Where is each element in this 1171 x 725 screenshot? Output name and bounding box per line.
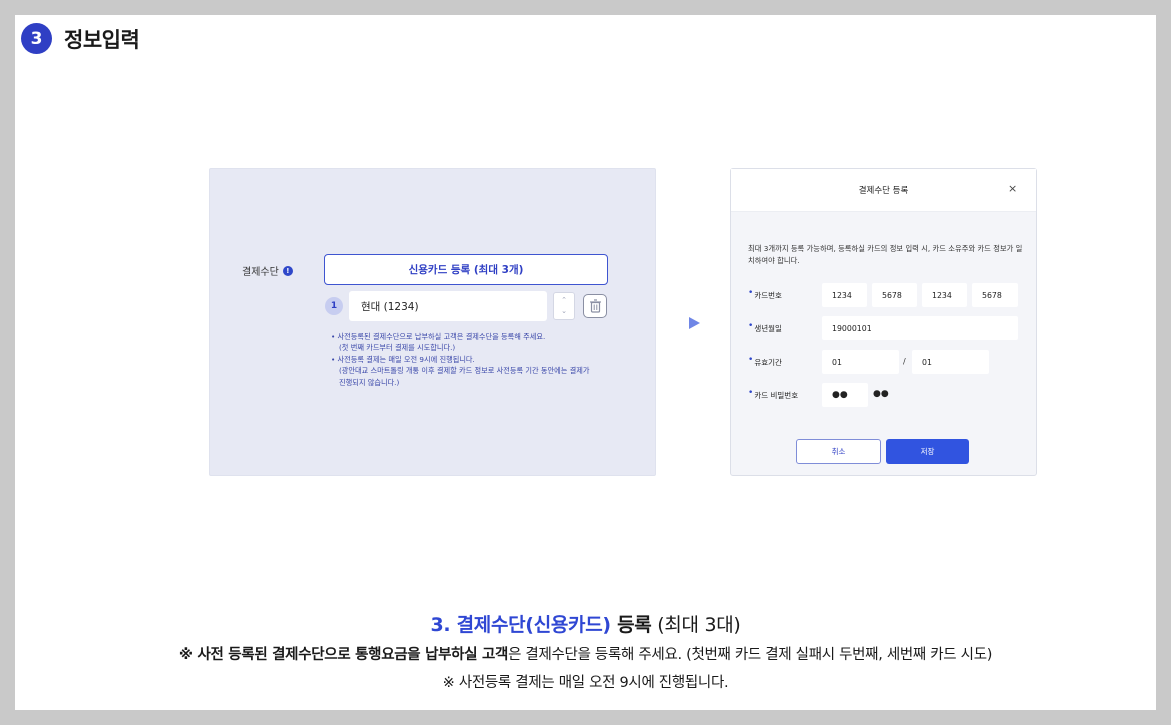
- payment-method-panel: [209, 168, 656, 476]
- page-title: 정보입력: [64, 28, 140, 52]
- card-number-label-text: 카드번호: [754, 291, 782, 300]
- birth-date-label: •생년월일: [748, 321, 782, 334]
- caption-title-suffix: (최대 3대): [651, 614, 741, 636]
- card-number-field-1[interactable]: 1234: [822, 283, 867, 307]
- expiry-label-text: 유효기간: [754, 358, 782, 367]
- dialog-title: 결제수단 등록: [858, 186, 909, 196]
- expiry-label: •유효기간: [748, 355, 782, 368]
- card-index-badge: 1: [325, 297, 343, 315]
- dialog-header: 결제수단 등록 ×: [731, 169, 1036, 212]
- card-number-label: •카드번호: [748, 288, 782, 301]
- delete-card-button[interactable]: [583, 294, 607, 318]
- note-line: • 사전등록된 결제수단으로 납부하실 고객은 결제수단을 등록해 주세요.: [331, 332, 546, 341]
- required-mark: •: [748, 321, 754, 331]
- expiry-month-field[interactable]: 01: [822, 350, 899, 374]
- required-mark: •: [748, 288, 754, 298]
- required-mark: •: [748, 355, 754, 365]
- note-line: • 사전등록 결제는 매일 오전 9시에 진행됩니다.: [331, 354, 475, 364]
- note-line: 진행되지 않습니다.): [339, 377, 400, 387]
- card-password-field[interactable]: ●●: [822, 383, 868, 407]
- birth-date-label-text: 생년월일: [754, 324, 782, 333]
- caption-line-2: ※ 사전등록 결제는 매일 오전 9시에 진행됩니다.: [442, 675, 729, 691]
- reorder-arrows[interactable]: ⌃ ⌄: [553, 292, 575, 320]
- card-number-field-3[interactable]: 1234: [922, 283, 967, 307]
- register-credit-card-button[interactable]: 신용카드 등록 (최대 3개): [324, 254, 608, 285]
- save-button[interactable]: 저장: [886, 439, 969, 464]
- expiry-year-field[interactable]: 01: [912, 350, 989, 374]
- note-line: (광안대교 스마트톨링 개통 이후 결제할 카드 정보로 사전등록 기간 동안에…: [339, 366, 590, 376]
- caption-line-1: ※ 사전 등록된 결제수단으로 통행요금을 납부하실 고객은 결제수단을 등록해…: [0, 643, 1171, 664]
- card-password-label-text: 카드 비밀번호: [754, 391, 799, 400]
- cancel-button[interactable]: 취소: [796, 439, 881, 464]
- caption-title-mid: 등록: [610, 614, 652, 636]
- card-password-fixed-digits: ●●: [873, 389, 889, 399]
- info-icon[interactable]: !: [282, 265, 293, 276]
- caption-line-1-rest: 은 결제수단을 등록해 주세요. (첫번째 카드 결제 실패시 두번째, 세번째…: [508, 647, 993, 663]
- caption-line-1-bold: ※ 사전 등록된 결제수단으로 통행요금을 납부하실 고객: [178, 647, 509, 663]
- caption-title-prefix: 3. 결제수단(신용카드): [430, 614, 611, 636]
- card-number-field-4[interactable]: 5678: [972, 283, 1018, 307]
- dialog-description: 최대 3개까지 등록 가능하며, 등록하실 카드의 정보 입력 시, 카드 소유…: [748, 244, 1023, 265]
- caption-title: 3. 결제수단(신용카드) 등록 (최대 3대): [0, 610, 1171, 637]
- close-icon[interactable]: ×: [1008, 182, 1017, 195]
- card-password-label: •카드 비밀번호: [748, 388, 799, 401]
- expiry-separator: /: [903, 357, 906, 366]
- arrow-right-icon: [689, 317, 700, 329]
- birth-date-field[interactable]: 19000101: [822, 316, 1018, 340]
- step-number-badge: 3: [21, 23, 52, 54]
- card-number-field-2[interactable]: 5678: [872, 283, 917, 307]
- registered-card-field[interactable]: 현대 (1234): [349, 291, 547, 321]
- payment-method-label: 결제수단 !: [242, 263, 293, 278]
- trash-icon: [589, 299, 601, 313]
- chevron-up-icon[interactable]: ⌃: [561, 295, 567, 306]
- required-mark: •: [748, 388, 754, 398]
- chevron-down-icon[interactable]: ⌄: [561, 306, 567, 317]
- payment-method-label-text: 결제수단: [242, 267, 279, 278]
- note-line: (첫 번째 카드부터 결제를 시도합니다.): [339, 343, 456, 353]
- payment-notes: • 사전등록된 결제수단으로 납부하실 고객은 결제수단을 등록해 주세요. (…: [331, 331, 621, 388]
